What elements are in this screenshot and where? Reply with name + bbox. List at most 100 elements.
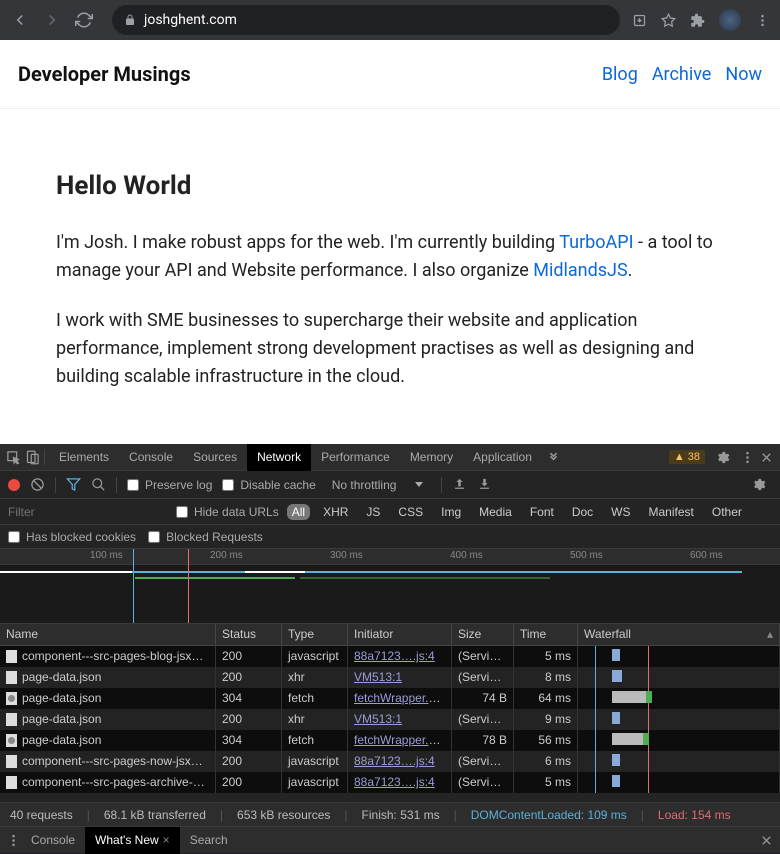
- drawer-tab-what-s-new[interactable]: What's New×: [85, 827, 180, 854]
- table-row[interactable]: page-data.json304fetchfetchWrapper.m…78 …: [0, 730, 780, 751]
- tab-network[interactable]: Network: [247, 444, 311, 471]
- col-initiator[interactable]: Initiator: [348, 624, 452, 645]
- extensions-icon[interactable]: [690, 13, 705, 28]
- search-icon[interactable]: [91, 477, 106, 492]
- nav-blog[interactable]: Blog: [602, 64, 638, 85]
- page-body: Hello World I'm Josh. I make robust apps…: [0, 109, 780, 432]
- record-button[interactable]: [8, 479, 20, 491]
- chevron-down-icon: [415, 482, 423, 487]
- network-settings-icon[interactable]: [751, 477, 766, 492]
- col-waterfall[interactable]: Waterfall ▴: [578, 624, 780, 645]
- grid-header: Name Status Type Initiator Size Time Wat…: [0, 624, 780, 646]
- back-button[interactable]: [10, 10, 30, 30]
- file-icon: [6, 650, 17, 663]
- tab-console[interactable]: Console: [119, 444, 183, 471]
- filter-type-font[interactable]: Font: [525, 504, 559, 520]
- status-load: Load: 154 ms: [658, 808, 731, 822]
- link-turboapi[interactable]: TurboAPI: [559, 232, 633, 253]
- tab-elements[interactable]: Elements: [49, 444, 119, 471]
- throttle-select[interactable]: No throttling: [326, 476, 431, 494]
- install-icon[interactable]: [632, 13, 647, 28]
- tab-sources[interactable]: Sources: [183, 444, 247, 471]
- drawer-menu-icon[interactable]: [6, 833, 21, 848]
- link-midlandsjs[interactable]: MidlandsJS: [533, 260, 627, 281]
- col-type[interactable]: Type: [282, 624, 348, 645]
- has-blocked-cookies-check[interactable]: Has blocked cookies: [8, 530, 136, 544]
- filter-type-media[interactable]: Media: [474, 504, 517, 520]
- drawer-tab-search[interactable]: Search: [180, 827, 238, 854]
- initiator-link[interactable]: 88a7123….js:4: [354, 775, 435, 789]
- initiator-link[interactable]: fetchWrapper.m…: [354, 691, 450, 705]
- filter-type-other[interactable]: Other: [707, 504, 747, 520]
- disable-cache-check[interactable]: Disable cache: [222, 478, 315, 492]
- filter-type-css[interactable]: CSS: [393, 504, 428, 520]
- clear-icon[interactable]: [30, 477, 45, 492]
- upload-icon[interactable]: [452, 477, 467, 492]
- work-paragraph: I work with SME businesses to supercharg…: [56, 307, 724, 391]
- filter-input[interactable]: [8, 505, 168, 519]
- table-row[interactable]: component---src-pages-now-jsx…200javascr…: [0, 751, 780, 772]
- timeline[interactable]: 100 ms200 ms300 ms400 ms500 ms600 ms: [0, 549, 780, 624]
- nav-now[interactable]: Now: [725, 64, 762, 85]
- filter-type-ws[interactable]: WS: [606, 504, 635, 520]
- initiator-link[interactable]: 88a7123….js:4: [354, 754, 435, 768]
- close-icon[interactable]: ×: [163, 833, 170, 847]
- filter-bar: Hide data URLs All XHR JS CSS Img Media Font Do…: [0, 499, 780, 525]
- reload-button[interactable]: [74, 10, 94, 30]
- status-bar: 40 requests| 68.1 kB transferred| 653 kB…: [0, 802, 780, 826]
- profile-avatar[interactable]: [719, 9, 741, 31]
- col-time[interactable]: Time: [514, 624, 578, 645]
- initiator-link[interactable]: 88a7123….js:4: [354, 649, 435, 663]
- nav-archive[interactable]: Archive: [652, 64, 712, 85]
- download-icon[interactable]: [477, 477, 492, 492]
- address-bar[interactable]: joshghent.com: [112, 5, 620, 35]
- chrome-actions: [632, 9, 770, 31]
- status-requests: 40 requests: [10, 808, 73, 822]
- blocked-requests-check[interactable]: Blocked Requests: [148, 530, 263, 544]
- initiator-link[interactable]: VM513:1: [354, 670, 402, 684]
- filter-icon[interactable]: [66, 477, 81, 492]
- table-row[interactable]: component---src-pages-archive-…200javasc…: [0, 772, 780, 793]
- tab-memory[interactable]: Memory: [400, 444, 463, 471]
- site-title: Developer Musings: [18, 62, 191, 86]
- warnings-badge[interactable]: ▲ 38: [669, 450, 705, 464]
- table-row[interactable]: page-data.json200xhrVM513:1(Service…8 ms: [0, 667, 780, 688]
- nav-links: Blog Archive Now: [602, 64, 762, 85]
- filter-type-img[interactable]: Img: [436, 504, 466, 520]
- table-row[interactable]: page-data.json200xhrVM513:1(Service…9 ms: [0, 709, 780, 730]
- table-row[interactable]: page-data.json304fetchfetchWrapper.m…74 …: [0, 688, 780, 709]
- filter-type-doc[interactable]: Doc: [567, 504, 598, 520]
- file-icon: [6, 776, 17, 789]
- settings-gear-icon[interactable]: [715, 450, 730, 465]
- drawer-close-icon[interactable]: [759, 833, 774, 848]
- menu-icon[interactable]: [755, 13, 770, 28]
- filter-type-xhr[interactable]: XHR: [318, 504, 353, 520]
- block-row: Has blocked cookies Blocked Requests: [0, 525, 780, 549]
- page-heading: Hello World: [56, 171, 724, 201]
- initiator-link[interactable]: fetchWrapper.m…: [354, 733, 450, 747]
- more-tabs-icon[interactable]: [546, 450, 561, 465]
- tab-application[interactable]: Application: [463, 444, 542, 471]
- bookmark-star-icon[interactable]: [661, 13, 676, 28]
- file-icon: [6, 734, 17, 747]
- filter-type-all[interactable]: All: [287, 504, 310, 520]
- initiator-link[interactable]: VM513:1: [354, 712, 402, 726]
- col-name[interactable]: Name: [0, 624, 216, 645]
- tab-performance[interactable]: Performance: [311, 444, 400, 471]
- drawer: ConsoleWhat's New×Search: [0, 826, 780, 853]
- hide-data-urls-check[interactable]: Hide data URLs: [176, 505, 279, 519]
- devtools-panel: ElementsConsoleSourcesNetworkPerformance…: [0, 444, 780, 853]
- preserve-log-check[interactable]: Preserve log: [127, 478, 212, 492]
- filter-type-manifest[interactable]: Manifest: [644, 504, 699, 520]
- table-row[interactable]: component---src-pages-blog-jsx…200javasc…: [0, 646, 780, 667]
- col-status[interactable]: Status: [216, 624, 282, 645]
- device-icon[interactable]: [25, 450, 40, 465]
- status-finish: Finish: 531 ms: [362, 808, 440, 822]
- dt-menu-icon[interactable]: [740, 450, 755, 465]
- col-size[interactable]: Size: [452, 624, 514, 645]
- forward-button[interactable]: [42, 10, 62, 30]
- inspect-icon[interactable]: [6, 450, 21, 465]
- dt-close-icon[interactable]: [759, 450, 774, 465]
- drawer-tab-console[interactable]: Console: [21, 827, 85, 854]
- filter-type-js[interactable]: JS: [361, 504, 385, 520]
